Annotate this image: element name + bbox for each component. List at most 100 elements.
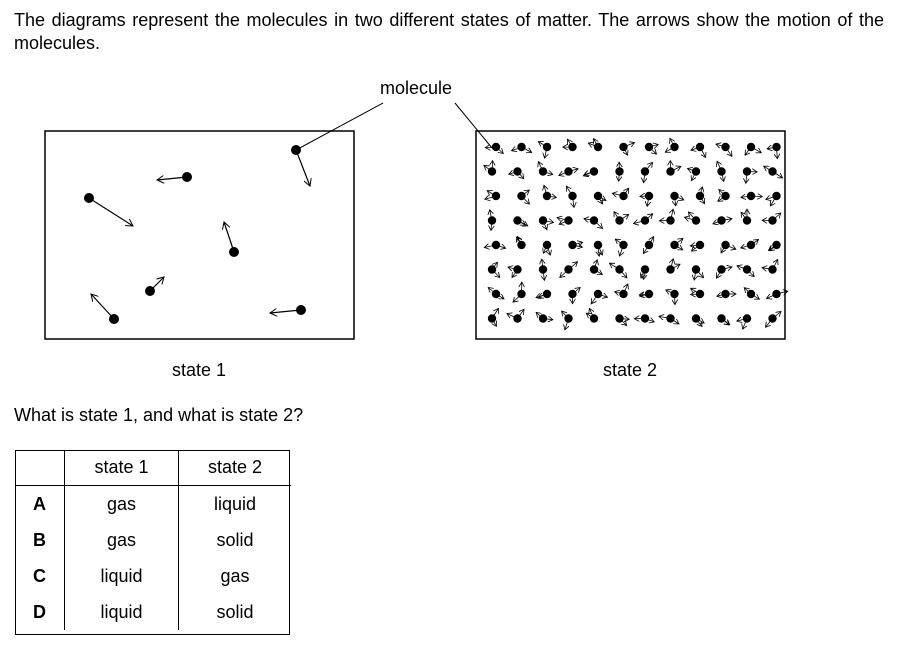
solid-molecule xyxy=(744,288,759,300)
solid-molecule xyxy=(583,167,599,176)
solid-molecule xyxy=(538,162,552,176)
option-state2: liquid xyxy=(213,493,257,514)
option-letter: C xyxy=(15,558,65,594)
solid-molecule xyxy=(692,265,704,280)
solid-molecule xyxy=(536,289,552,298)
state2-label: state 2 xyxy=(603,360,657,380)
solid-molecule xyxy=(566,186,577,207)
header-state2: state 2 xyxy=(178,450,291,486)
solid-molecule xyxy=(485,191,501,201)
solid-molecule xyxy=(641,265,650,279)
solid-molecule xyxy=(487,308,499,326)
solid-molecule xyxy=(741,191,762,201)
gas-molecule xyxy=(157,172,192,182)
option-row-a[interactable]: A gas liquid xyxy=(15,485,291,522)
solid-molecule xyxy=(615,314,629,325)
solid-molecule xyxy=(513,282,526,302)
solid-molecule xyxy=(766,312,782,328)
solid-molecule xyxy=(717,314,729,325)
solid-molecule xyxy=(762,213,781,225)
molecule-label: molecule xyxy=(380,78,452,98)
solid-molecule xyxy=(593,191,606,204)
solid-molecule xyxy=(666,259,680,274)
solid-molecule xyxy=(721,240,736,253)
solid-molecule xyxy=(508,265,522,277)
solid-molecule xyxy=(659,209,674,225)
answer-table-header: state 1 state 2 xyxy=(15,450,291,486)
solid-molecule xyxy=(640,191,654,207)
molecule-pointer-line-right xyxy=(454,102,493,149)
solid-molecule xyxy=(745,142,761,155)
solid-molecule xyxy=(717,289,736,298)
solid-molecule xyxy=(517,190,529,204)
solid-molecule xyxy=(591,289,607,304)
solid-molecule xyxy=(695,187,705,204)
solid-molecule xyxy=(639,289,654,298)
solid-molecule xyxy=(484,240,505,249)
solid-molecule xyxy=(507,309,524,323)
solid-molecule xyxy=(764,166,783,178)
solid-molecule xyxy=(588,139,603,152)
solid-molecule xyxy=(615,284,628,299)
solid-molecule xyxy=(690,240,705,251)
solid-molecule xyxy=(536,312,553,323)
solid-molecule xyxy=(691,288,705,299)
option-state2: solid xyxy=(216,601,254,622)
solid-molecule xyxy=(538,142,552,159)
solid-molecule xyxy=(685,212,701,225)
gas-molecule xyxy=(91,294,119,324)
solid-molecule xyxy=(485,142,503,154)
gas-molecule xyxy=(145,277,164,296)
solid-molecule xyxy=(713,216,732,224)
state1-label: state 1 xyxy=(172,360,226,380)
solid-molecule xyxy=(665,138,679,152)
solid-molecule xyxy=(516,237,526,250)
question-ask: What is state 1, and what is state 2? xyxy=(14,405,304,425)
solid-molecule xyxy=(666,161,681,176)
state2-molecules xyxy=(484,138,788,329)
solid-molecule xyxy=(717,161,726,181)
solid-molecule xyxy=(538,259,548,280)
solid-molecule xyxy=(562,311,573,330)
solid-molecule xyxy=(691,142,706,158)
solid-molecule xyxy=(640,162,653,182)
solid-molecule xyxy=(615,239,628,256)
solid-molecule xyxy=(741,240,759,250)
gas-molecule xyxy=(224,222,239,257)
solid-molecule xyxy=(538,216,554,229)
state1-molecules xyxy=(84,145,310,324)
solid-molecule xyxy=(612,188,628,201)
option-row-c[interactable]: C liquid gas xyxy=(15,558,291,594)
solid-molecule xyxy=(666,290,679,305)
solid-molecule xyxy=(769,240,781,251)
option-row-b[interactable]: B gas solid xyxy=(15,522,291,558)
solid-molecule xyxy=(643,237,653,254)
option-row-d[interactable]: D liquid solid xyxy=(15,594,291,630)
solid-molecule xyxy=(609,263,627,278)
option-letter: D xyxy=(15,594,65,630)
solid-molecule xyxy=(634,214,653,225)
header-blank xyxy=(15,450,65,486)
solid-molecule xyxy=(634,314,654,322)
solid-molecule xyxy=(614,212,629,225)
option-state1: gas xyxy=(64,522,179,558)
solid-molecule xyxy=(659,314,679,324)
solid-molecule xyxy=(488,210,497,231)
option-state2: gas xyxy=(220,565,250,586)
solid-molecule xyxy=(762,260,778,274)
solid-molecule xyxy=(767,142,781,159)
solid-molecule xyxy=(619,143,634,156)
solid-molecule xyxy=(488,288,504,299)
solid-molecule xyxy=(563,139,577,152)
solid-molecule xyxy=(766,191,781,206)
option-state1: liquid xyxy=(64,558,179,594)
solid-molecule xyxy=(543,240,551,255)
solid-molecule xyxy=(688,167,701,180)
states-of-matter-diagram: molecule state 1 state 2 xyxy=(44,78,905,380)
solid-molecule xyxy=(584,216,603,228)
solid-molecule xyxy=(560,262,578,278)
solid-molecule xyxy=(512,142,532,153)
solid-molecule xyxy=(717,265,733,278)
solid-molecule xyxy=(741,209,752,225)
solid-molecule xyxy=(513,216,528,226)
